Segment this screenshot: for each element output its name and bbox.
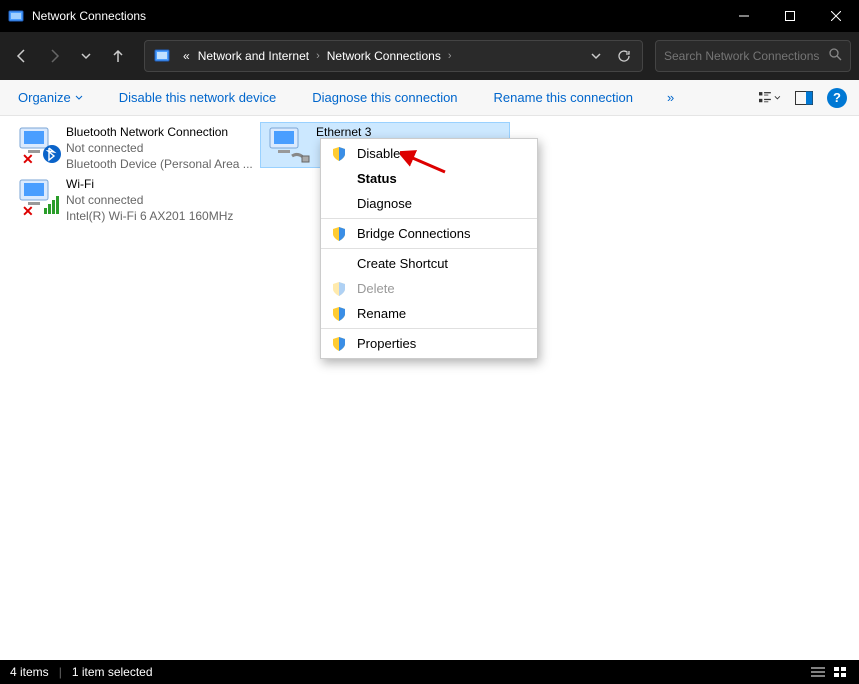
up-button[interactable] [104,42,132,70]
breadcrumb-item[interactable]: Network Connections [323,49,445,63]
menu-delete: Delete [321,276,537,301]
organize-button[interactable]: Organize [12,86,89,109]
bluetooth-adapter-icon: ✕ [14,124,62,166]
breadcrumb-prefix: « [179,49,194,63]
chevron-down-icon [75,94,83,102]
shield-icon [331,146,347,162]
search-input[interactable] [664,49,828,63]
menu-separator [321,218,537,219]
address-dropdown[interactable] [582,42,610,70]
window-title: Network Connections [32,9,721,23]
connection-status: Not connected [66,140,253,156]
svg-text:✕: ✕ [22,203,34,218]
search-box[interactable] [655,40,851,72]
connection-name: Bluetooth Network Connection [66,124,253,140]
navbar: « Network and Internet › Network Connect… [0,32,859,80]
back-button[interactable] [8,42,36,70]
wifi-adapter-icon: ✕ [14,176,62,218]
connection-device: Bluetooth Device (Personal Area ... [66,156,253,172]
maximize-button[interactable] [767,0,813,32]
menu-rename[interactable]: Rename [321,301,537,326]
menu-disable[interactable]: Disable [321,141,537,166]
context-menu: Disable Status Diagnose Bridge Connectio… [320,138,538,359]
menu-label: Disable [357,146,400,161]
menu-label: Status [357,171,397,186]
status-bar: 4 items | 1 item selected [0,660,859,684]
selected-count: 1 item selected [72,665,153,679]
command-bar: Organize Disable this network device Dia… [0,80,859,116]
minimize-button[interactable] [721,0,767,32]
connection-device: Intel(R) Wi-Fi 6 AX201 160MHz [66,208,233,224]
chevron-down-icon [774,94,781,102]
forward-button[interactable] [40,42,68,70]
rename-button[interactable]: Rename this connection [488,86,639,109]
close-button[interactable] [813,0,859,32]
chevron-right-icon[interactable]: › [445,50,455,62]
menu-label: Bridge Connections [357,226,470,241]
location-icon [153,47,173,65]
connection-status: Not connected [66,192,233,208]
breadcrumb-item[interactable]: Network and Internet [194,49,313,63]
menu-separator [321,328,537,329]
address-bar[interactable]: « Network and Internet › Network Connect… [144,40,643,72]
menu-properties[interactable]: Properties [321,331,537,356]
preview-pane-button[interactable] [793,87,815,109]
menu-label: Rename [357,306,406,321]
chevron-right-icon[interactable]: › [313,50,323,62]
refresh-button[interactable] [610,42,638,70]
menu-label: Diagnose [357,196,412,211]
shield-icon [331,306,347,322]
organize-label: Organize [18,90,71,105]
shield-icon [331,281,347,297]
titlebar: Network Connections [0,0,859,32]
menu-label: Properties [357,336,416,351]
menu-create-shortcut[interactable]: Create Shortcut [321,251,537,276]
help-button[interactable]: ? [827,88,847,108]
search-icon [828,47,842,66]
details-view-button[interactable] [809,663,827,681]
menu-separator [321,248,537,249]
view-options-button[interactable] [759,87,781,109]
menu-status[interactable]: Status [321,166,537,191]
app-icon [8,8,24,24]
menu-label: Create Shortcut [357,256,448,271]
large-icons-view-button[interactable] [831,663,849,681]
connection-item-wifi[interactable]: ✕ Wi-Fi Not connected Intel(R) Wi-Fi 6 A… [10,174,260,226]
menu-bridge[interactable]: Bridge Connections [321,221,537,246]
connection-name: Wi-Fi [66,176,233,192]
diagnose-button[interactable]: Diagnose this connection [306,86,463,109]
recent-dropdown[interactable] [72,42,100,70]
more-commands-button[interactable]: » [663,86,678,109]
connection-item-bluetooth[interactable]: ✕ Bluetooth Network Connection Not conne… [10,122,260,174]
disable-device-button[interactable]: Disable this network device [113,86,283,109]
svg-text:✕: ✕ [22,151,34,166]
menu-label: Delete [357,281,395,296]
menu-diagnose[interactable]: Diagnose [321,191,537,216]
shield-icon [331,226,347,242]
shield-icon [331,336,347,352]
item-count: 4 items [10,665,49,679]
separator: | [59,665,62,679]
ethernet-adapter-icon [264,124,312,166]
